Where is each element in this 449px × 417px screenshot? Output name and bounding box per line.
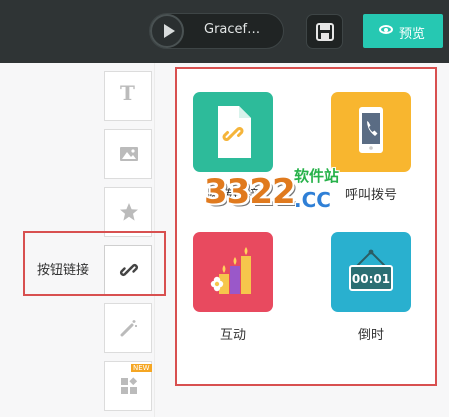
phone-icon xyxy=(359,107,383,153)
new-badge: NEW xyxy=(131,364,152,372)
button-link-label: 按钮链接 xyxy=(37,263,90,278)
watermark-sites: 软件站 xyxy=(294,167,340,185)
preview-button[interactable]: 预览 xyxy=(363,14,443,48)
countdown-card[interactable]: 00:01 xyxy=(331,232,411,312)
music-title[interactable]: Gracef… xyxy=(204,22,260,37)
effect-tool-button[interactable] xyxy=(104,303,152,353)
save-icon xyxy=(316,23,334,41)
call-card[interactable] xyxy=(331,92,411,172)
call-label: 呼叫拨号 xyxy=(344,188,397,203)
shape-tool-button[interactable] xyxy=(104,187,152,237)
component-tool-button[interactable]: NEW xyxy=(104,361,152,411)
play-icon[interactable] xyxy=(150,14,184,48)
eye-icon xyxy=(379,25,393,34)
save-button[interactable] xyxy=(306,14,343,49)
widgets-icon xyxy=(121,377,138,394)
countdown-label: 倒时 xyxy=(357,328,384,343)
candles-icon xyxy=(210,247,251,294)
star-icon xyxy=(120,203,138,221)
watermark-logo: 3322 xyxy=(204,172,296,212)
text-T-icon: T xyxy=(120,81,135,105)
file-link-icon xyxy=(218,106,251,158)
image-tool-button[interactable] xyxy=(104,129,152,179)
interaction-label: 互动 xyxy=(219,328,246,343)
jump-link-card[interactable] xyxy=(193,92,273,172)
watermark-domain: .CC xyxy=(294,188,331,212)
text-tool-button[interactable]: T xyxy=(104,71,152,121)
interaction-card[interactable] xyxy=(193,232,273,312)
magic-wand-icon xyxy=(120,320,137,337)
preview-label: 预览 xyxy=(399,27,426,42)
countdown-icon: 00:01 xyxy=(349,249,393,291)
countdown-display: 00:01 xyxy=(352,272,390,286)
image-icon xyxy=(120,147,138,161)
